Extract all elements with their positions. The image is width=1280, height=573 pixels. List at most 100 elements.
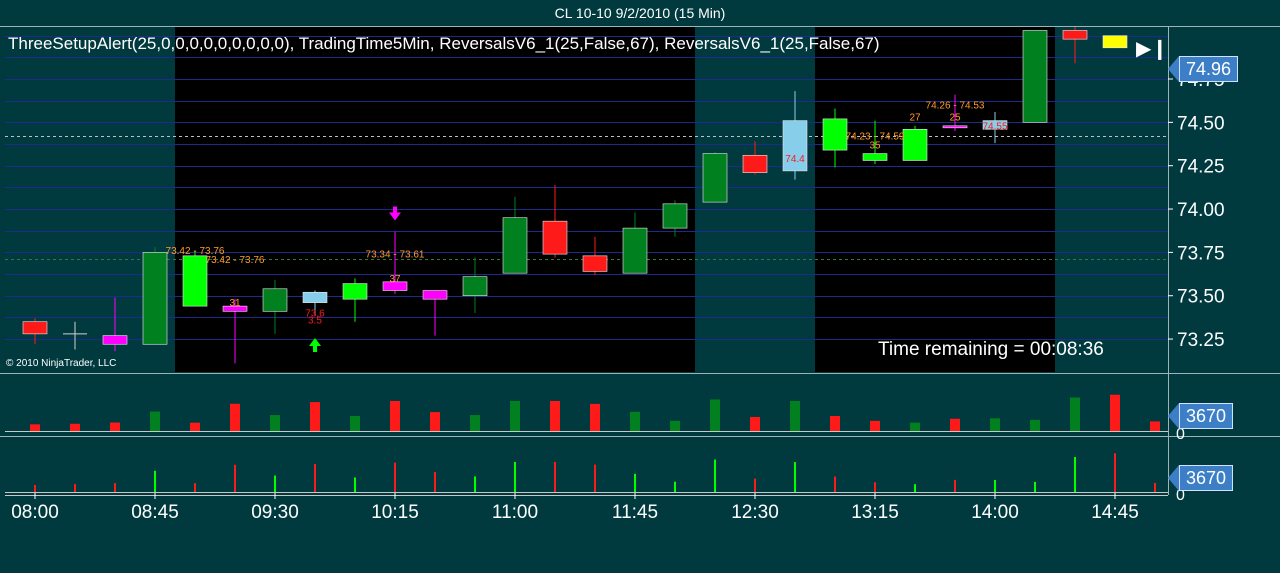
volume-bar: [1074, 457, 1076, 492]
annotation-label: 27: [909, 113, 921, 124]
volume-bar: [1114, 453, 1116, 492]
price-axis-labels: 73.2573.5073.7574.0074.2574.5074.75: [1168, 70, 1225, 351]
price-tick-label: 74.00: [1177, 200, 1225, 221]
candle: [22, 318, 48, 345]
volume-bar: [310, 402, 320, 431]
volume-bar: [1150, 421, 1160, 431]
volume-bar: [1154, 482, 1156, 492]
time-axis: 08:00 08:45 09:30 10:15 11:00 11:45 12:30 13:15…: [5, 493, 1168, 523]
last-price-tag: 74.96: [1167, 56, 1239, 82]
volume-bar: [110, 422, 120, 431]
volume-bar: [910, 422, 920, 431]
time-tick-label: 12:30: [731, 502, 779, 523]
candle: [702, 151, 728, 203]
volume-panel-1: 0: [5, 394, 1185, 443]
volume-bar: [474, 476, 476, 492]
volume-bar: [194, 483, 196, 492]
volume-bar: [150, 411, 160, 431]
volume-bar: [794, 462, 796, 492]
annotation-label: 31: [229, 298, 241, 309]
candle-body: [1102, 35, 1128, 49]
candle: [142, 247, 168, 345]
chart-canvas[interactable]: 73.42 - 73.7673.42 - 73.763173.63.573.34…: [0, 0, 1280, 573]
volume-bar: [390, 400, 400, 431]
annotation-label: 73.42 - 73.76: [206, 255, 265, 266]
price-tick-label: 74.25: [1177, 157, 1225, 178]
time-tick-label: 13:15: [851, 502, 899, 523]
volume-bar: [790, 400, 800, 431]
candle-body: [542, 220, 568, 255]
session-backgrounds: [175, 27, 1055, 372]
volume-bar: [270, 415, 280, 431]
candle-body: [1022, 30, 1048, 123]
annotation-label: 25: [949, 113, 961, 124]
candle-body: [502, 217, 528, 274]
candle-body: [582, 255, 608, 272]
volume-bar: [1070, 397, 1080, 431]
candle-body: [462, 276, 488, 297]
time-tick-label: 08:00: [11, 502, 59, 523]
price-tick-label: 74.50: [1177, 113, 1225, 134]
annotation-label: 35: [869, 140, 881, 151]
volume-bar: [114, 483, 116, 492]
candle: [782, 91, 808, 180]
volume-bar: [874, 482, 876, 492]
candle-body: [822, 118, 848, 151]
volume-bar: [870, 420, 880, 431]
volume-bar: [830, 415, 840, 431]
volume-bar: [1030, 419, 1040, 431]
candle-body: [942, 125, 968, 129]
price-tick-label: 73.75: [1177, 243, 1225, 264]
volume-bar: [510, 400, 520, 431]
time-tick-label: 11:00: [492, 502, 538, 523]
volume-bar: [190, 422, 200, 431]
volume-bar: [990, 418, 1000, 431]
volume-bar: [914, 484, 916, 492]
volume-bar: [954, 479, 956, 492]
time-tick-label: 09:30: [251, 502, 299, 523]
volume-bar: [34, 485, 36, 492]
time-tick-label: 14:00: [971, 502, 1019, 523]
candle-body: [622, 227, 648, 274]
volume-bar: [234, 464, 236, 492]
candle: [102, 297, 128, 352]
candle-body: [342, 283, 368, 300]
volume-bar: [594, 464, 596, 492]
time-remaining-label: Time remaining = 00:08:36: [878, 339, 1104, 360]
volume-bar: [674, 481, 676, 492]
volume-bar: [350, 415, 360, 431]
volume-bar: [1110, 394, 1120, 431]
volume-bar: [714, 459, 716, 492]
candle-body: [902, 128, 928, 161]
candle-body: [1062, 30, 1088, 40]
time-tick-label: 08:45: [131, 502, 179, 523]
candle-body: [862, 153, 888, 161]
indicator-label: ThreeSetupAlert(25,0,0,0,0,0,0,0,0,0), T…: [8, 34, 880, 53]
candle-body: [702, 153, 728, 203]
volume-bar: [590, 403, 600, 431]
volume-bar: [514, 461, 516, 492]
volume-bar: [70, 423, 80, 431]
volume-bar: [994, 479, 996, 492]
volume-tag-2: 3670: [1167, 465, 1234, 491]
volume-bar: [1034, 481, 1036, 492]
volume-bar: [30, 424, 40, 431]
annotation-label: 73.34 - 73.61: [366, 250, 425, 261]
skip-to-end-icon[interactable]: ▶❙: [1136, 36, 1168, 61]
volume-bar: [754, 478, 756, 492]
volume-bar: [710, 399, 720, 431]
volume-bar: [630, 411, 640, 431]
candle-body: [142, 252, 168, 345]
session-span-2: [815, 27, 1055, 372]
volume-panel-2: 0: [5, 453, 1185, 504]
time-tick-label: 14:45: [1091, 502, 1139, 523]
volume-bar: [230, 403, 240, 431]
copyright-label: © 2010 NinjaTrader, LLC: [6, 358, 117, 369]
volume-bar: [394, 462, 396, 492]
candle-body: [302, 291, 328, 303]
annotation-label: 74.26 - 74.53: [926, 100, 985, 111]
volume-bar: [834, 476, 836, 492]
candle-body: [742, 154, 768, 173]
volume-bar: [670, 420, 680, 431]
candle-body: [22, 321, 48, 335]
